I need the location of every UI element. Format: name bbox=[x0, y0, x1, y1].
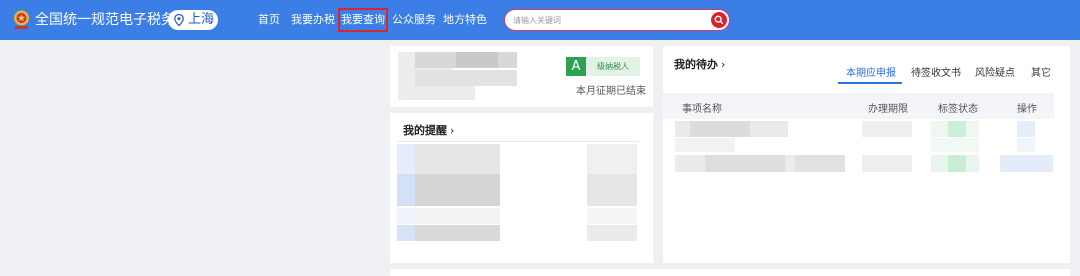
chevron-right-icon: › bbox=[721, 58, 726, 71]
redacted-tag-status bbox=[948, 121, 966, 137]
redacted-taxpayer-name bbox=[456, 52, 498, 68]
tax-period-status: 本月征期已结束 bbox=[576, 86, 646, 97]
redacted-reminder-tag bbox=[397, 174, 415, 206]
redacted-tag-status bbox=[948, 155, 966, 172]
tax-emblem-icon[interactable] bbox=[11, 9, 32, 31]
redacted-reminder-text bbox=[415, 144, 500, 174]
redacted-reminder-date bbox=[587, 174, 637, 206]
nav-home[interactable]: 首页 bbox=[258, 11, 280, 29]
todo-title-text: 我的待办 bbox=[674, 58, 718, 71]
credit-grade-letter: A bbox=[566, 57, 586, 76]
redacted-item-name bbox=[705, 155, 785, 172]
region-label: 上海 bbox=[188, 12, 215, 27]
redacted-action-link[interactable] bbox=[1017, 138, 1035, 152]
redacted-taxpayer-id bbox=[415, 70, 517, 86]
nav-query[interactable]: 我要查询 bbox=[338, 8, 388, 32]
nav-handle-tax[interactable]: 我要办税 bbox=[291, 11, 335, 29]
redacted-tag-status bbox=[931, 138, 979, 152]
credit-grade-label: 级纳税人 bbox=[597, 62, 629, 71]
redacted-reminder-text bbox=[415, 174, 500, 206]
active-tab-indicator bbox=[838, 82, 902, 84]
tab-others[interactable]: 其它 bbox=[1031, 64, 1051, 79]
reminders-title[interactable]: 我的提醒 › bbox=[403, 122, 454, 138]
reminders-divider bbox=[398, 141, 639, 142]
tab-current-declaration[interactable]: 本期应申报 bbox=[846, 64, 896, 79]
tab-risk-alerts[interactable]: 风险疑点 bbox=[975, 64, 1015, 79]
search-button[interactable] bbox=[711, 12, 727, 28]
nav-public-service[interactable]: 公众服务 bbox=[392, 11, 436, 29]
credit-grade-badge: A 级纳税人 bbox=[566, 57, 640, 76]
redacted-reminder-tag bbox=[397, 208, 415, 224]
tab-documents-to-sign[interactable]: 待签收文书 bbox=[911, 64, 961, 79]
redacted-reminder-date bbox=[587, 225, 637, 241]
redacted-deadline bbox=[862, 121, 912, 137]
top-navigation-bar: 全国统一规范电子税务局 上海 首页 我要办税 我要查询 公众服务 地方特色 bbox=[0, 0, 1080, 40]
search-icon bbox=[714, 15, 724, 25]
reminders-title-text: 我的提醒 bbox=[403, 124, 447, 137]
search-input[interactable] bbox=[513, 12, 703, 28]
redacted-taxpayer-id bbox=[415, 86, 475, 100]
redacted-action-link[interactable] bbox=[1017, 121, 1035, 137]
chevron-right-icon: › bbox=[450, 124, 455, 137]
redacted-item-name bbox=[795, 155, 845, 172]
search-box bbox=[504, 9, 730, 31]
redacted-reminder-tag bbox=[397, 144, 415, 174]
region-selector[interactable]: 上海 bbox=[168, 10, 218, 30]
redacted-reminder-text bbox=[415, 208, 500, 224]
redacted-item-name bbox=[690, 121, 750, 137]
bottom-card bbox=[390, 269, 1070, 276]
redacted-reminder-date bbox=[587, 144, 637, 174]
redacted-reminder-text bbox=[415, 225, 500, 241]
location-pin-icon bbox=[174, 14, 184, 26]
todo-title[interactable]: 我的待办 › bbox=[674, 56, 725, 72]
nav-local-features[interactable]: 地方特色 bbox=[443, 11, 487, 29]
site-title[interactable]: 全国统一规范电子税务局 bbox=[35, 11, 189, 29]
redacted-action-link[interactable] bbox=[1000, 155, 1053, 172]
redacted-deadline bbox=[862, 155, 912, 172]
column-header-item-name: 事项名称 bbox=[682, 104, 722, 115]
column-header-action: 操作 bbox=[1017, 104, 1037, 115]
redacted-reminder-tag bbox=[397, 225, 415, 241]
column-header-tag-status: 标签状态 bbox=[938, 104, 978, 115]
redacted-item-name bbox=[675, 138, 735, 152]
redacted-reminder-date bbox=[587, 208, 637, 224]
column-header-deadline: 办理期限 bbox=[868, 104, 908, 115]
